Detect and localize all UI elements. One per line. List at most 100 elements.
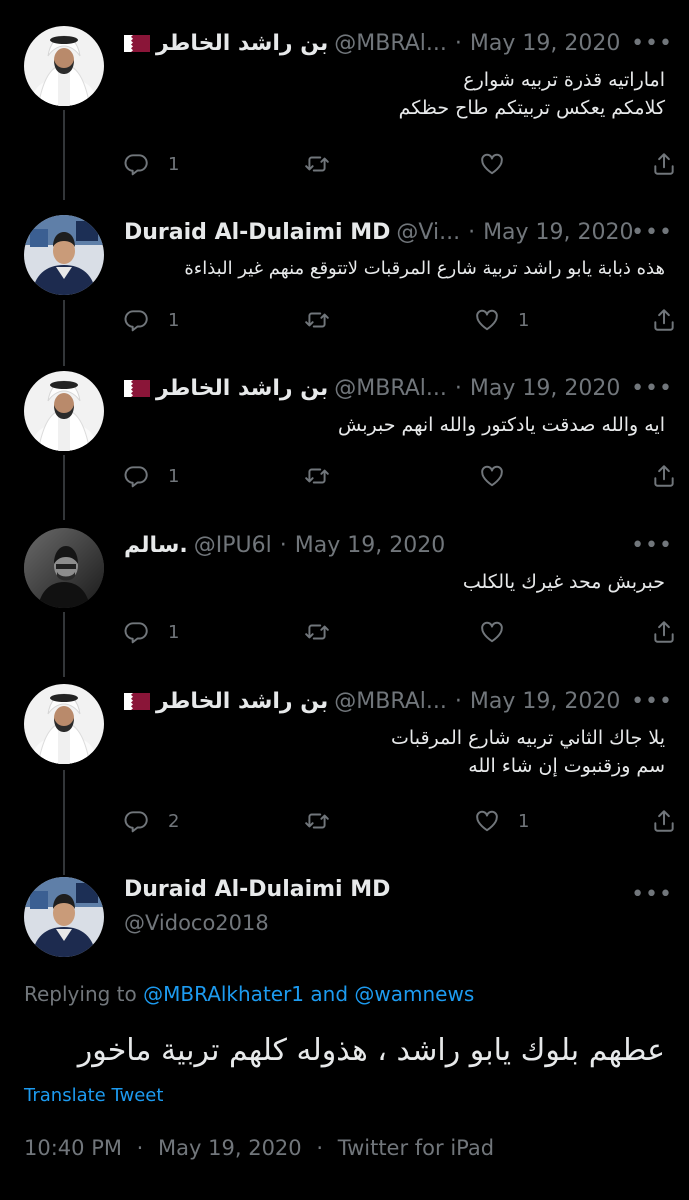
reply-count: 1: [168, 465, 180, 487]
reply-tweet[interactable]: بن راشد الخاطر @MBRAl... · May 19, 2020 …: [0, 371, 689, 501]
separator-dot: ·: [316, 1136, 324, 1160]
tweet-header: Duraid Al-Dulaimi MD @Vi... · May 19, 20…: [124, 215, 665, 249]
tweet-date[interactable]: May 19, 2020: [295, 533, 445, 558]
more-icon[interactable]: •••: [631, 26, 673, 60]
like-icon: [479, 463, 505, 489]
retweet-button[interactable]: [304, 805, 348, 837]
tweet-text: ايه والله صدقت يادكتور والله انهم حبربش: [124, 411, 665, 439]
main-tweet-header: Duraid Al-Dulaimi MD @Vidoco2018 •••: [0, 877, 689, 967]
avatar[interactable]: [24, 371, 104, 451]
user-handle[interactable]: @Vi...: [396, 220, 460, 245]
more-icon[interactable]: •••: [631, 684, 673, 718]
tweet-text: هذه ذبابة يابو راشد تربية شارع المرقبات …: [124, 255, 665, 283]
avatar[interactable]: [24, 877, 104, 957]
separator-dot: ·: [454, 375, 462, 401]
retweet-icon: [304, 463, 330, 489]
reply-tweet[interactable]: Duraid Al-Dulaimi MD @Vi... · May 19, 20…: [0, 215, 689, 345]
tweet-text: حبربش محد غيرك يالكلب: [124, 568, 665, 596]
avatar[interactable]: [24, 684, 104, 764]
like-button[interactable]: [479, 460, 523, 492]
avatar[interactable]: [24, 528, 104, 608]
like-button[interactable]: [479, 148, 523, 180]
reply-count: 2: [168, 810, 180, 832]
more-icon[interactable]: •••: [631, 215, 673, 249]
more-icon[interactable]: •••: [631, 528, 673, 562]
retweet-button[interactable]: [304, 148, 348, 180]
display-name[interactable]: بن راشد الخاطر: [156, 31, 328, 56]
tweet-date[interactable]: May 19, 2020: [158, 1136, 302, 1160]
mention-link[interactable]: @wamnews: [354, 982, 474, 1006]
tweet-date[interactable]: May 19, 2020: [470, 376, 620, 401]
qatar-flag-icon: [124, 380, 150, 397]
separator-dot: ·: [454, 30, 462, 56]
separator-dot: ·: [468, 219, 476, 245]
reply-button[interactable]: 2: [124, 805, 179, 837]
tweet-text: يلا جاك الثاني تربيه شارع المرقبات سم وز…: [124, 724, 665, 780]
user-handle[interactable]: @MBRAl...: [334, 689, 447, 714]
tweet-text-line: كلامكم يعكس تربيتكم طاح حظكم: [398, 97, 665, 119]
reply-button[interactable]: 1: [124, 616, 179, 648]
share-button[interactable]: [651, 460, 677, 492]
user-handle[interactable]: @MBRAl...: [334, 31, 447, 56]
display-name[interactable]: Duraid Al-Dulaimi MD: [124, 877, 390, 902]
tweet-time[interactable]: 10:40 PM: [24, 1136, 122, 1160]
user-handle[interactable]: @IPU6l: [194, 533, 272, 558]
reply-button[interactable]: 1: [124, 460, 179, 492]
share-button[interactable]: [651, 805, 677, 837]
display-name[interactable]: Duraid Al-Dulaimi MD: [124, 220, 390, 245]
replying-and[interactable]: and: [310, 982, 348, 1006]
reply-icon: [124, 808, 150, 834]
share-button[interactable]: [651, 304, 677, 336]
tweet-text-line: يلا جاك الثاني تربيه شارع المرقبات: [391, 727, 665, 749]
tweet-date[interactable]: May 19, 2020: [483, 220, 633, 245]
display-name[interactable]: بن راشد الخاطر: [156, 689, 328, 714]
tweet-meta: 10:40 PM · May 19, 2020 · Twitter for iP…: [24, 1136, 494, 1160]
retweet-button[interactable]: [304, 460, 348, 492]
share-icon: [651, 808, 677, 834]
like-button[interactable]: 1: [474, 304, 529, 336]
reply-button[interactable]: 1: [124, 304, 179, 336]
reply-icon: [124, 619, 150, 645]
tweet-header: بن راشد الخاطر @MBRAl... · May 19, 2020: [124, 684, 665, 718]
like-icon: [474, 307, 500, 333]
separator-dot: ·: [279, 532, 287, 558]
more-icon[interactable]: •••: [631, 877, 673, 911]
display-name[interactable]: بن راشد الخاطر: [156, 376, 328, 401]
tweet-date[interactable]: May 19, 2020: [470, 689, 620, 714]
reply-tweet[interactable]: سالم. @IPU6l · May 19, 2020 ••• حبربش مح…: [0, 528, 689, 658]
tweet-date[interactable]: May 19, 2020: [470, 31, 620, 56]
like-button[interactable]: 1: [474, 805, 529, 837]
user-handle[interactable]: @Vidoco2018: [124, 911, 269, 935]
avatar[interactable]: [24, 26, 104, 106]
mention-link[interactable]: @MBRAlkhater1: [143, 982, 304, 1006]
reply-tweet[interactable]: بن راشد الخاطر @MBRAl... · May 19, 2020 …: [0, 26, 689, 196]
replying-to: Replying to @MBRAlkhater1 and @wamnews: [24, 982, 474, 1006]
reply-button[interactable]: 1: [124, 148, 179, 180]
translate-tweet-link[interactable]: Translate Tweet: [24, 1085, 163, 1106]
share-button[interactable]: [651, 148, 677, 180]
retweet-button[interactable]: [304, 616, 348, 648]
more-icon[interactable]: •••: [631, 371, 673, 405]
reply-icon: [124, 307, 150, 333]
retweet-icon: [304, 808, 330, 834]
display-name[interactable]: سالم.: [124, 533, 188, 558]
tweet-text-line: حبربش محد غيرك يالكلب: [462, 571, 665, 593]
tweet-header: بن راشد الخاطر @MBRAl... · May 19, 2020: [124, 26, 665, 60]
avatar[interactable]: [24, 215, 104, 295]
share-button[interactable]: [651, 616, 677, 648]
qatar-flag-icon: [124, 693, 150, 710]
like-icon: [474, 808, 500, 834]
user-handle[interactable]: @MBRAl...: [334, 376, 447, 401]
reply-icon: [124, 151, 150, 177]
reply-icon: [124, 463, 150, 489]
reply-tweet[interactable]: بن راشد الخاطر @MBRAl... · May 19, 2020 …: [0, 684, 689, 849]
share-icon: [651, 151, 677, 177]
retweet-button[interactable]: [304, 304, 348, 336]
action-bar: 1: [124, 148, 669, 180]
reply-count: 1: [168, 309, 180, 331]
tweet-text-line: اماراتيه قذرة تربيه شوارع: [463, 69, 665, 91]
retweet-icon: [304, 619, 330, 645]
share-icon: [651, 463, 677, 489]
reply-count: 1: [168, 621, 180, 643]
like-button[interactable]: [479, 616, 523, 648]
